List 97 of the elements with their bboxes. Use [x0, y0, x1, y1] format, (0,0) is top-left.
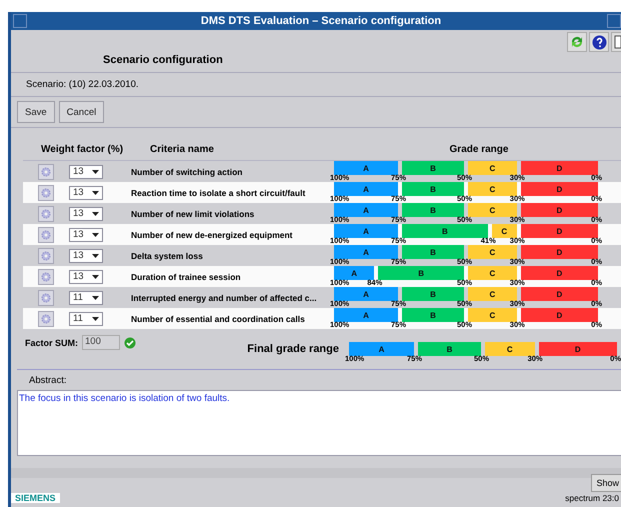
- grade-segment: B: [402, 182, 464, 196]
- minimize-icon[interactable]: [607, 14, 621, 28]
- grade-segment: D: [520, 287, 598, 301]
- section-heading: Scenario configuration: [103, 54, 223, 66]
- grade-segment: A: [334, 161, 398, 175]
- grade-segment: D: [538, 342, 617, 356]
- weight-dropdown[interactable]: 13: [69, 186, 103, 200]
- scenario-label: Scenario: (10) 22.03.2010.: [26, 79, 138, 90]
- grade-segment: B: [402, 245, 464, 259]
- grade-segment: B: [378, 266, 464, 280]
- settings-button[interactable]: [38, 184, 54, 200]
- column-header: Weight factor (%): [40, 144, 124, 155]
- brand-logo: SIEMENS: [11, 493, 60, 503]
- gear-icon: [41, 250, 51, 260]
- settings-button[interactable]: [38, 206, 54, 222]
- grade-segment: C: [468, 161, 517, 175]
- save-button[interactable]: Save: [17, 101, 55, 123]
- window-menu-icon[interactable]: [13, 14, 27, 28]
- grade-segment: B: [418, 342, 481, 356]
- grade-segment: A: [334, 203, 398, 217]
- gear-icon: [41, 166, 51, 176]
- caret-icon: [92, 296, 99, 300]
- grade-segment: D: [520, 266, 598, 280]
- settings-button[interactable]: [38, 290, 54, 306]
- show-button[interactable]: Show: [591, 474, 621, 492]
- grade-segment: C: [468, 287, 517, 301]
- grade-segment: A: [334, 266, 374, 280]
- weight-dropdown[interactable]: 13: [69, 228, 103, 242]
- grade-segment: B: [402, 308, 464, 322]
- criteria-name: Duration of trainee session: [131, 272, 242, 282]
- settings-button[interactable]: [38, 164, 54, 180]
- grade-segment: A: [334, 224, 398, 238]
- caret-icon: [92, 274, 99, 278]
- grade-segment: D: [520, 308, 598, 322]
- status-text: spectrum 23:0: [565, 493, 619, 503]
- caret-icon: [92, 212, 99, 216]
- gear-icon: [41, 292, 51, 302]
- gear-icon: [41, 272, 51, 282]
- criteria-name: Number of switching action: [131, 166, 244, 176]
- cancel-button[interactable]: Cancel: [58, 101, 104, 123]
- help-button[interactable]: [589, 32, 609, 52]
- gear-icon: [41, 188, 51, 198]
- abstract-field[interactable]: The focus in this scenario is isolation of two faults.: [17, 390, 621, 456]
- gear-icon: [41, 314, 51, 324]
- settings-button[interactable]: [38, 248, 54, 264]
- grade-segment: B: [402, 287, 464, 301]
- grade-segment: A: [349, 342, 414, 356]
- refresh-icon: [570, 35, 584, 49]
- grade-segment: A: [334, 308, 398, 322]
- settings-button[interactable]: [38, 310, 54, 326]
- grade-segment: B: [402, 224, 488, 238]
- grade-segment: A: [334, 245, 398, 259]
- criteria-name: Number of new limit violations: [131, 208, 256, 218]
- weight-dropdown[interactable]: 13: [69, 206, 103, 220]
- weight-dropdown[interactable]: 11: [69, 290, 103, 304]
- abstract-label: Abstract:: [29, 375, 66, 386]
- caret-icon: [92, 254, 99, 258]
- grade-segment: D: [520, 203, 598, 217]
- criteria-name: Interrupted energy and number of affected c...: [131, 292, 318, 302]
- criteria-name: Delta system loss: [131, 250, 204, 260]
- grade-segment: C: [468, 266, 517, 280]
- weight-dropdown[interactable]: 13: [69, 248, 103, 262]
- caret-icon: [92, 232, 99, 236]
- help-icon: [592, 34, 606, 50]
- final-grade-label: Final grade range: [247, 342, 339, 355]
- factor-sum-field: 100: [82, 335, 120, 350]
- weight-dropdown[interactable]: 13: [69, 164, 103, 178]
- criteria-name: Number of essential and coordination calls: [131, 314, 306, 324]
- caret-icon: [92, 190, 99, 194]
- column-header: Criteria name: [149, 144, 215, 155]
- column-header: Grade range: [448, 144, 510, 155]
- criteria-name: Reaction time to isolate a short circuit/fault: [131, 188, 306, 198]
- factor-sum-label: Factor SUM:: [25, 338, 78, 348]
- grade-segment: C: [468, 203, 517, 217]
- gear-icon: [41, 230, 51, 240]
- grade-segment: D: [520, 161, 598, 175]
- grade-segment: D: [520, 182, 598, 196]
- criteria-name: Number of new de-energized equipment: [131, 230, 294, 240]
- grade-segment: D: [520, 224, 598, 238]
- grade-segment: C: [492, 224, 517, 238]
- settings-button[interactable]: [38, 226, 54, 242]
- caret-icon: [92, 170, 99, 174]
- settings-button[interactable]: [38, 268, 54, 284]
- grade-segment: C: [468, 182, 517, 196]
- grade-segment: A: [334, 287, 398, 301]
- weight-dropdown[interactable]: 11: [69, 312, 103, 326]
- grade-segment: B: [402, 203, 464, 217]
- grade-segment: B: [402, 161, 464, 175]
- grade-segment: D: [520, 245, 598, 259]
- caret-icon: [92, 316, 99, 320]
- grade-segment: C: [485, 342, 535, 356]
- weight-dropdown[interactable]: 13: [69, 270, 103, 284]
- window-title: DMS DTS Evaluation – Scenario configuration: [200, 15, 442, 27]
- grade-segment: A: [334, 182, 398, 196]
- grade-segment: C: [468, 308, 517, 322]
- gear-icon: [41, 208, 51, 218]
- grade-segment: C: [468, 245, 517, 259]
